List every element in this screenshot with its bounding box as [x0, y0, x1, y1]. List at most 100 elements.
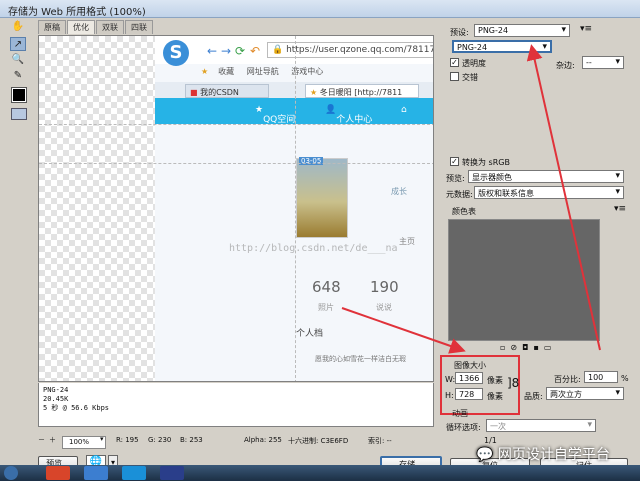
browser-tab-csdn: ■ 我的CSDN — [185, 84, 269, 98]
info-time: 5 秒 @ 56.6 Kbps — [43, 404, 110, 412]
folder-icon[interactable] — [84, 466, 108, 480]
convert-srgb-checkbox[interactable]: ✓ — [450, 157, 459, 166]
title-bar: 存储为 Web 所用格式 (100%) — [0, 0, 640, 18]
interlaced-label: 交错 — [462, 73, 478, 82]
loop-value: 一次 — [490, 422, 506, 431]
preset-label: 预设: — [450, 28, 469, 37]
star-icon: ★ — [201, 67, 209, 76]
forward-arrow-icon: → — [221, 44, 232, 58]
constrain-proportions-link-icon[interactable]: ]8 — [507, 376, 519, 390]
tab-optimized[interactable]: 优化 — [67, 20, 95, 34]
status-index: 索引: -- — [368, 437, 392, 445]
eyedropper-color-swatch[interactable] — [12, 88, 26, 102]
preview-mode-value: 显示器颜色 — [472, 173, 512, 182]
metadata-label: 元数据: — [446, 190, 473, 199]
status-alpha: Alpha: 255 — [244, 436, 282, 444]
image-preview[interactable]: S ← → ⟳ ↶ 🔒 https://user.qzone.qq.com/78… — [38, 35, 434, 382]
matte-value: -- — [586, 58, 592, 67]
status-row: － ＋ 100% ▾ R: 195 G: 230 B: 253 Alpha: 2… — [38, 434, 434, 450]
quality-value: 两次立方 — [550, 390, 582, 399]
preset-select[interactable]: PNG-24 — [474, 24, 570, 37]
lock-icon: 🔒 — [272, 45, 284, 55]
matte-select[interactable]: -- — [582, 56, 624, 69]
loop-select[interactable]: 一次 — [486, 419, 596, 432]
info-format: PNG-24 — [43, 386, 69, 394]
slice-select-tool-icon[interactable]: ↗ — [10, 37, 26, 51]
zoom-out-icon[interactable]: － — [38, 435, 45, 445]
metadata-select[interactable]: 版权和联系信息 — [474, 186, 624, 199]
photo-count: 648 — [312, 278, 341, 296]
color-table-label: 颜色表 — [452, 207, 476, 216]
optimization-info: PNG-24 20.45K 5 秒 @ 56.6 Kbps — [38, 383, 434, 427]
preview-mode-select[interactable]: 显示器颜色 — [468, 170, 624, 183]
hand-tool-icon[interactable]: ✋ — [10, 20, 26, 34]
back-arrow-icon: ← — [207, 44, 218, 58]
photoshop-icon[interactable] — [160, 466, 184, 480]
toggle-slices-icon[interactable] — [11, 108, 27, 120]
matte-label: 杂边: — [556, 61, 575, 70]
windows-taskbar — [0, 465, 640, 481]
browser-logo-icon: S — [163, 40, 189, 66]
zoom-in-icon[interactable]: ＋ — [49, 435, 56, 445]
wechat-watermark: 💬 网页设计自学平台 — [476, 444, 610, 464]
chrome-icon[interactable] — [46, 466, 70, 480]
preset-value: PNG-24 — [478, 26, 509, 35]
wechat-watermark-text: 网页设计自学平台 — [497, 447, 610, 463]
bookmark-favorites: 收藏 — [218, 67, 235, 76]
format-select[interactable]: PNG-24 — [452, 40, 552, 53]
qq-icon[interactable] — [122, 466, 146, 480]
interlaced-checkbox[interactable] — [450, 72, 459, 81]
undo-icon: ↶ — [250, 44, 261, 58]
convert-srgb-label: 转换为 sRGB — [462, 158, 510, 167]
qq-bar-extension — [38, 98, 39, 124]
slice-guide-line — [39, 124, 433, 125]
status-green: G: 230 — [148, 436, 172, 444]
bookmarks-bar: ★ 收藏 网址导航 游戏中心 — [201, 66, 333, 78]
quality-label: 品质: — [524, 392, 543, 401]
photo-count-label: 照片 — [318, 303, 334, 312]
preview-mode-label: 预览: — [446, 174, 465, 183]
metadata-value: 版权和联系信息 — [478, 189, 534, 198]
height-unit: 像素 — [487, 392, 503, 401]
window-title: 存储为 Web 所用格式 (100%) — [8, 7, 146, 18]
loop-label: 循环选项: — [446, 423, 481, 432]
percent-input[interactable]: 100 — [584, 371, 618, 383]
view-tabs: 原稿 优化 双联 四联 — [38, 20, 154, 34]
slice-guide-line — [295, 36, 296, 381]
wechat-icon: 💬 — [476, 447, 494, 463]
preset-menu-icon[interactable]: ▾≡ — [580, 24, 592, 34]
profile-text: 愿我的心如雪花一样洁白无瑕 — [315, 355, 406, 363]
info-size: 20.45K — [43, 395, 69, 403]
status-blue: B: 253 — [180, 436, 203, 444]
album-photo: 03-05 — [296, 157, 348, 238]
home-icon: ⌂ — [401, 105, 407, 115]
tool-bar: ✋ ↗ 🔍 ✎ — [6, 20, 30, 130]
width-input[interactable]: 1366 — [455, 372, 483, 384]
start-button-icon[interactable] — [4, 466, 18, 480]
zoom-tool-icon[interactable]: 🔍 — [10, 53, 26, 67]
height-input[interactable]: 728 — [455, 388, 483, 400]
color-table-action-icons[interactable]: ▫⊘◘▪▭ — [500, 343, 556, 352]
url-text: https://user.qzone.qq.com/78117 — [286, 45, 434, 55]
color-table-menu-icon[interactable]: ▾≡ — [614, 204, 626, 214]
qzone-star-icon: ★ — [310, 88, 318, 97]
slice-guide-line — [39, 163, 433, 164]
watermark-text: http://blog.csdn.net/de___na — [229, 243, 398, 254]
personal-center: 👤 个人中心 — [325, 105, 373, 125]
zoom-dropdown-arrow-icon[interactable]: ▾ — [100, 435, 104, 443]
quality-select[interactable]: 两次立方 — [546, 387, 624, 400]
tab-original[interactable]: 原稿 — [38, 20, 66, 34]
main-page-label: 主页 — [399, 237, 415, 246]
percent-label: 百分比: — [554, 375, 581, 384]
post-count: 190 — [370, 278, 399, 296]
refresh-icon: ⟳ — [235, 44, 246, 58]
eyedropper-tool-icon[interactable]: ✎ — [10, 69, 26, 83]
transparency-checkbox[interactable]: ✓ — [450, 58, 459, 67]
tab-4-up[interactable]: 四联 — [125, 20, 153, 34]
height-label: H: — [445, 391, 454, 400]
bookmark-nav: 网址导航 — [246, 67, 279, 76]
tab-2-up[interactable]: 双联 — [96, 20, 124, 34]
post-count-label: 说说 — [376, 303, 392, 312]
color-table[interactable] — [448, 219, 600, 341]
browser-tab-csdn-label: 我的CSDN — [200, 88, 239, 97]
